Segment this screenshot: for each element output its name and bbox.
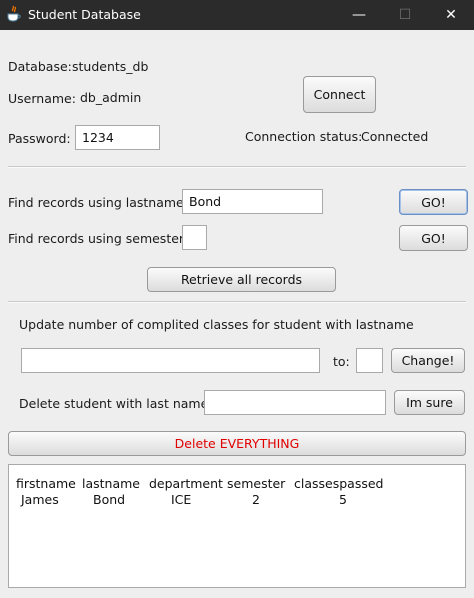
update-lastname-input[interactable] xyxy=(21,348,320,373)
results-text-area[interactable]: firstname lastname department semester c… xyxy=(8,464,466,588)
find-lastname-go-button[interactable]: GO! xyxy=(399,189,468,215)
connection-status-value: Connected xyxy=(361,129,429,144)
results-cell-semester: 2 xyxy=(252,492,260,507)
find-lastname-input[interactable] xyxy=(182,189,323,214)
close-button[interactable]: ✕ xyxy=(428,0,474,30)
minimize-button[interactable]: — xyxy=(336,0,382,30)
password-label: Password: xyxy=(8,131,71,146)
find-semester-label: Find records using semester: xyxy=(8,231,189,246)
results-header-classespassed: classespassed xyxy=(294,476,384,491)
results-cell-department: ICE xyxy=(171,492,192,507)
username-label: Username: xyxy=(8,91,76,106)
to-label: to: xyxy=(333,354,350,369)
maximize-button[interactable]: ☐ xyxy=(382,0,428,30)
window-title: Student Database xyxy=(28,7,141,22)
results-header-semester: semester xyxy=(227,476,286,491)
retrieve-all-records-button[interactable]: Retrieve all records xyxy=(147,267,336,292)
update-classes-label: Update number of complited classes for s… xyxy=(19,317,414,332)
database-label: Database: xyxy=(8,59,72,74)
results-header-lastname: lastname xyxy=(82,476,140,491)
results-header-department: department xyxy=(149,476,223,491)
results-header-firstname: firstname xyxy=(16,476,76,491)
separator xyxy=(8,301,466,303)
delete-everything-button[interactable]: Delete EVERYTHING xyxy=(8,431,466,456)
title-bar[interactable]: Student Database — ☐ ✕ xyxy=(0,0,474,30)
find-lastname-label: Find records using lastname: xyxy=(8,195,188,210)
results-cell-classespassed: 5 xyxy=(339,492,347,507)
change-button[interactable]: Change! xyxy=(391,348,465,373)
connection-status-label: Connection status: xyxy=(245,129,363,144)
app-window: Student Database — ☐ ✕ Database: student… xyxy=(0,0,474,598)
find-semester-go-button[interactable]: GO! xyxy=(399,225,468,251)
password-field[interactable] xyxy=(75,125,160,150)
database-value: students_db xyxy=(72,59,149,74)
username-value: db_admin xyxy=(80,90,142,105)
results-cell-lastname: Bond xyxy=(93,492,126,507)
java-cup-icon xyxy=(6,5,22,23)
results-cell-firstname: James xyxy=(21,492,59,507)
delete-student-label: Delete student with last name: xyxy=(19,396,213,411)
connect-button[interactable]: Connect xyxy=(303,76,376,113)
update-classes-count-input[interactable] xyxy=(356,348,383,373)
confirm-delete-button[interactable]: Im sure xyxy=(394,390,465,415)
separator xyxy=(8,166,466,168)
delete-lastname-input[interactable] xyxy=(204,390,386,415)
find-semester-input[interactable] xyxy=(182,225,207,250)
